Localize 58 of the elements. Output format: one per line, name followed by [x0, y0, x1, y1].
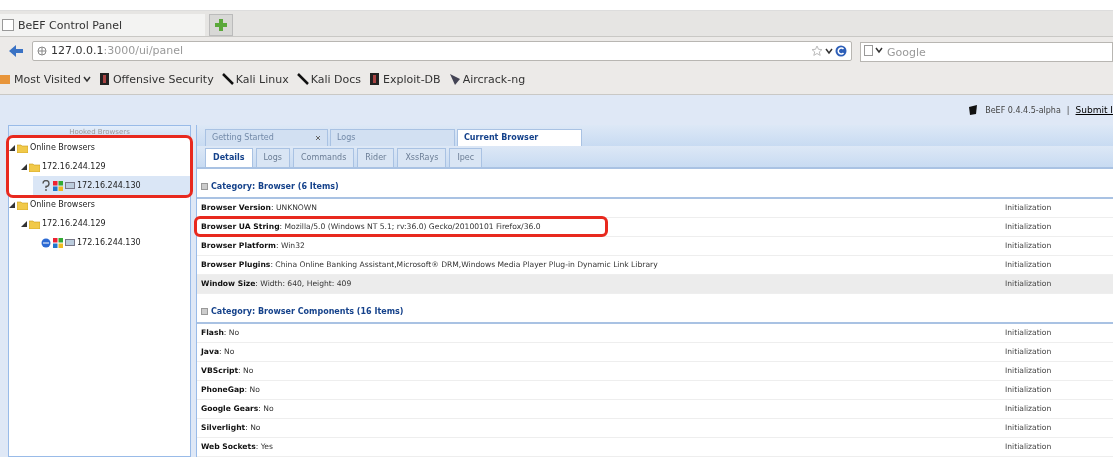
folder-icon [29, 161, 40, 172]
expand-toggle-icon[interactable] [9, 144, 15, 151]
plus-icon [214, 18, 228, 32]
chevron-down-icon [825, 46, 833, 55]
subtab[interactable]: Details [205, 147, 253, 167]
computer-icon [65, 180, 75, 191]
question-icon [41, 180, 51, 191]
expand-toggle-icon[interactable] [21, 220, 27, 227]
globe-icon [37, 45, 47, 56]
star-icon [811, 44, 823, 57]
bookmark-item[interactable]: Offensive Security [98, 72, 214, 86]
tree-item[interactable]: 172.16.244.130 [33, 176, 190, 195]
browser-tab[interactable]: BeEF Control Panel [0, 14, 205, 36]
bookmark-item[interactable]: Most Visited [0, 72, 91, 86]
tree-item[interactable]: Online Browsers [9, 138, 190, 157]
bookmark-item[interactable]: Kali Docs [296, 72, 362, 86]
computer-icon [65, 237, 75, 248]
separator-text: | [1066, 105, 1070, 115]
tree-item[interactable]: 172.16.244.129 [21, 157, 190, 176]
subtab[interactable]: XssRays [397, 147, 447, 167]
back-icon[interactable] [8, 43, 24, 58]
category-header[interactable]: Category: Browser (6 Items) [197, 175, 1113, 199]
folder-icon [29, 218, 40, 229]
submit-link[interactable]: Submit I [1075, 105, 1113, 115]
subtab[interactable]: Rider [357, 147, 395, 167]
subtab[interactable]: Ipec [449, 147, 483, 167]
reload-icon [835, 44, 847, 57]
folder-icon [17, 199, 28, 210]
panel-tab[interactable]: Current Browser [457, 128, 582, 146]
engine-icon [864, 44, 873, 56]
search-field[interactable]: Google [860, 42, 1113, 62]
windows-icon [53, 180, 63, 191]
url-text: 127.0.0.1:3000/ui/panel [51, 44, 184, 57]
collapse-icon [201, 182, 208, 190]
address-field[interactable]: 127.0.0.1:3000/ui/panel [32, 40, 852, 61]
subtab[interactable]: Commands [293, 147, 355, 167]
tree-item[interactable]: 172.16.244.129 [21, 214, 190, 233]
page-icon [2, 19, 14, 31]
bookmark-item[interactable]: Aircrack-ng [448, 72, 526, 86]
expand-toggle-icon[interactable] [21, 163, 27, 170]
tree-item[interactable]: 172.16.244.130 [33, 233, 190, 252]
version-text: BeEF 0.4.4.5-alpha [985, 105, 1061, 115]
bookmark-item[interactable]: Exploit-DB [369, 72, 441, 86]
site-icon [98, 73, 111, 85]
site-icon [369, 73, 382, 85]
chevron-down-icon [875, 46, 883, 54]
windows-icon [53, 237, 63, 248]
expand-toggle-icon[interactable] [9, 201, 15, 208]
chevron-down-icon [82, 75, 91, 83]
folder-icon [17, 142, 28, 153]
globe-icon [41, 237, 51, 248]
close-icon[interactable] [315, 134, 321, 141]
collapse-icon [201, 307, 208, 315]
subtab[interactable]: Logs [255, 147, 290, 167]
bookmark-item[interactable]: Kali Linux [221, 72, 289, 86]
tree-item[interactable]: Online Browsers [9, 195, 190, 214]
folder-icon [0, 73, 12, 85]
category-header[interactable]: Category: Browser Components (16 Items) [197, 300, 1113, 324]
